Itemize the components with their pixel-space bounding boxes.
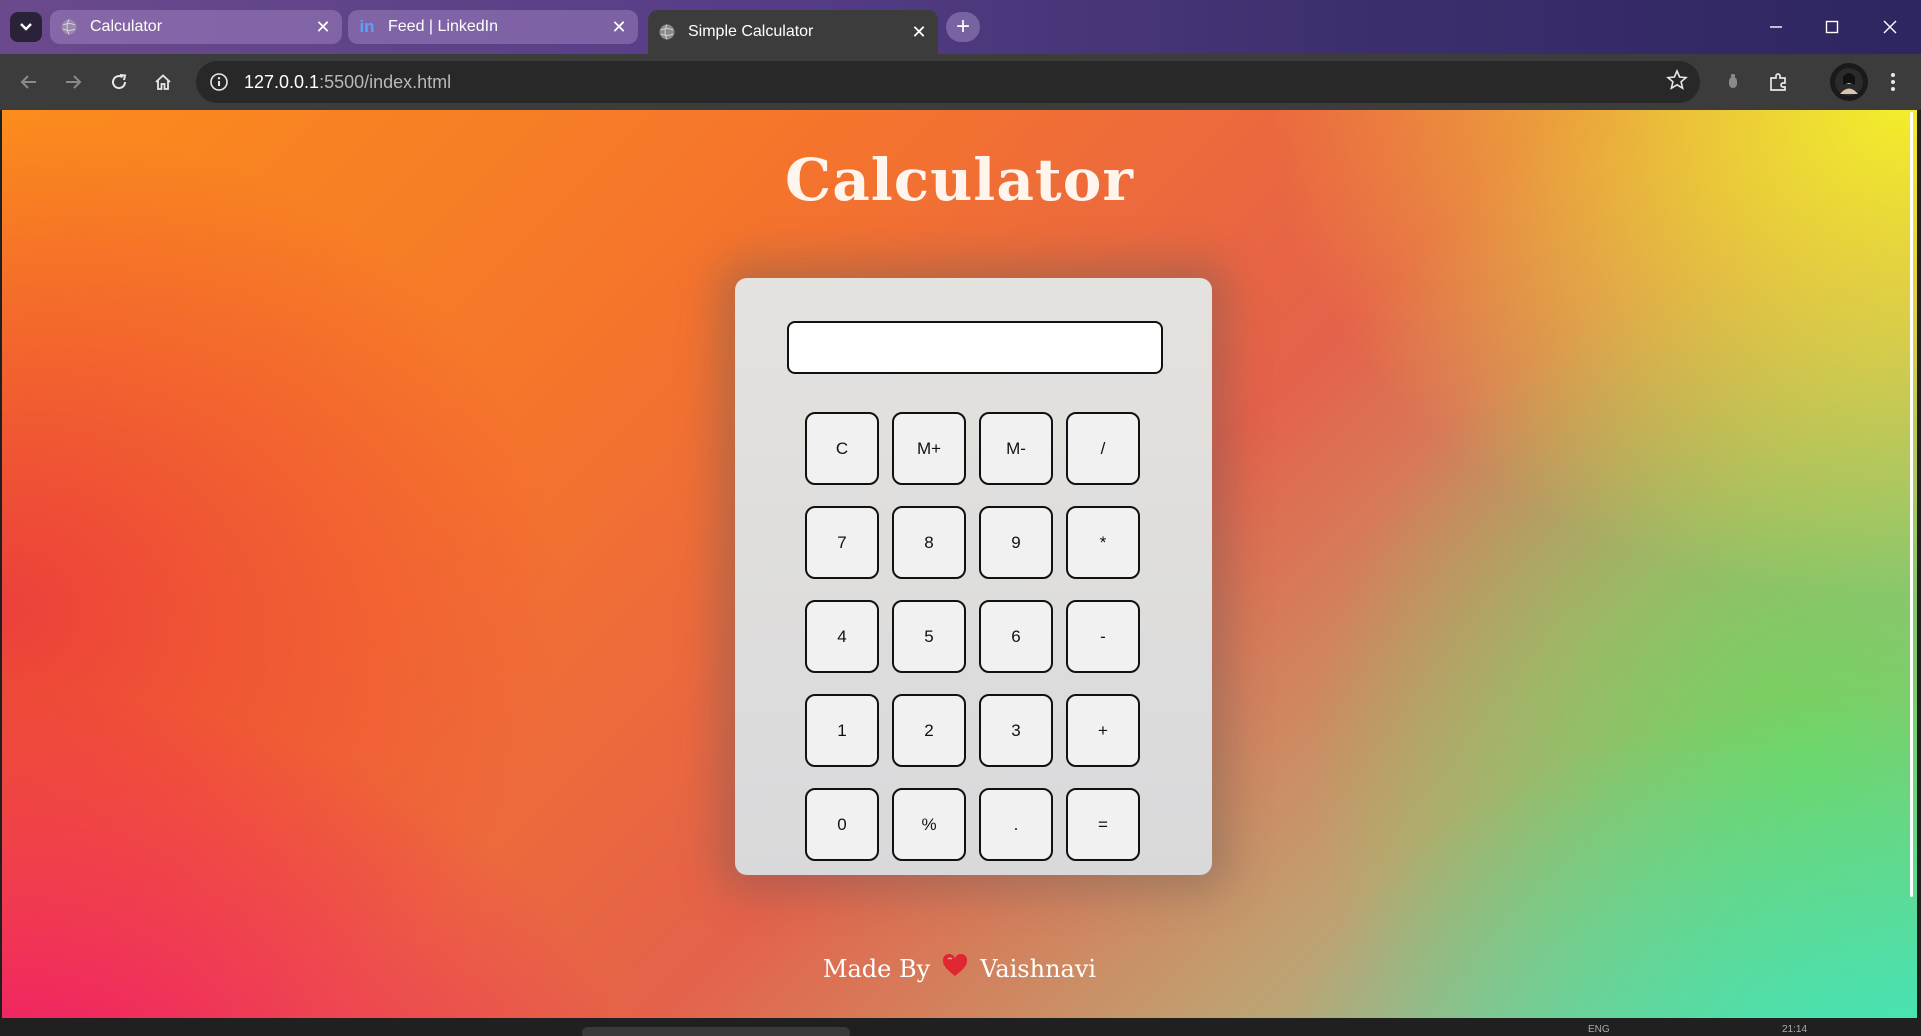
tab-linkedin[interactable]: in Feed | LinkedIn ✕	[348, 10, 638, 44]
forward-button[interactable]	[58, 67, 88, 97]
multiply-button[interactable]: *	[1066, 506, 1140, 579]
extensions-menu-button[interactable]	[1764, 67, 1794, 97]
home-button[interactable]	[148, 67, 178, 97]
maximize-button[interactable]	[1812, 12, 1852, 42]
close-icon[interactable]: ✕	[610, 17, 628, 38]
plus-icon: +	[955, 13, 970, 40]
page-viewport: Calculator C M+ M-/ 7 8 9 * 4 5 6- 1 2 3 +0%. = Made B…	[2, 110, 1917, 1018]
site-info-icon[interactable]	[206, 69, 232, 95]
reload-button[interactable]	[104, 67, 134, 97]
add-button[interactable]: +	[1066, 694, 1140, 767]
minimize-button[interactable]	[1756, 12, 1796, 42]
digit-2-button[interactable]: 2	[892, 694, 966, 767]
globe-icon	[658, 23, 676, 41]
equals-button[interactable]: =	[1066, 788, 1140, 861]
os-taskbar: ENG 21:14	[0, 1018, 1921, 1036]
tab-strip: Calculator ✕ in Feed | LinkedIn ✕ Simple…	[0, 0, 1921, 54]
heart-icon	[942, 953, 968, 984]
url-path: :5500/index.html	[319, 71, 452, 92]
arrow-right-icon	[66, 75, 82, 89]
digit-9-button[interactable]: 9	[979, 506, 1053, 579]
digit-8-button[interactable]: 8	[892, 506, 966, 579]
globe-icon	[60, 18, 78, 36]
calculator: C M+ M-/ 7 8 9 * 4 5 6- 1 2 3 +0%. =	[735, 278, 1212, 875]
digit-0-button[interactable]: 0	[805, 788, 879, 861]
memory-add-button[interactable]: M+	[892, 412, 966, 485]
tab-title: Feed | LinkedIn	[388, 18, 499, 35]
back-button[interactable]	[14, 67, 44, 97]
close-icon[interactable]: ✕	[314, 17, 332, 38]
memory-subtract-button[interactable]: M-	[979, 412, 1053, 485]
tab-search-button[interactable]	[10, 12, 42, 42]
digit-6-button[interactable]: 6	[979, 600, 1053, 673]
divide-button[interactable]: /	[1066, 412, 1140, 485]
browser-toolbar: 127.0.0.1:5500/index.html	[0, 54, 1921, 110]
digit-7-button[interactable]: 7	[805, 506, 879, 579]
clear-button[interactable]: C	[805, 412, 879, 485]
arrow-left-icon	[20, 75, 36, 89]
close-window-button[interactable]	[1870, 12, 1910, 42]
taskbar-search[interactable]	[582, 1027, 850, 1036]
clock[interactable]: 21:14	[1782, 1024, 1807, 1035]
digit-4-button[interactable]: 4	[805, 600, 879, 673]
footer-author: Vaishnavi	[980, 955, 1097, 983]
avatar-icon	[1835, 68, 1863, 96]
home-icon	[155, 74, 171, 90]
tab-title: Calculator	[90, 18, 163, 35]
digit-1-button[interactable]: 1	[805, 694, 879, 767]
linkedin-icon: in	[358, 17, 376, 36]
footer: Made By Vaishnavi	[2, 953, 1917, 984]
more-vertical-icon	[1891, 73, 1895, 91]
footer-prefix: Made By	[822, 955, 931, 983]
language-indicator[interactable]: ENG	[1588, 1024, 1610, 1035]
extension-status-icon	[1729, 74, 1737, 88]
percent-button[interactable]: %	[892, 788, 966, 861]
address-bar[interactable]: 127.0.0.1:5500/index.html	[196, 61, 1700, 103]
tab-simple-calculator[interactable]: Simple Calculator ✕	[648, 10, 938, 54]
url-host: 127.0.0.1	[244, 71, 320, 92]
tab-title: Simple Calculator	[688, 23, 814, 40]
subtract-button[interactable]: -	[1066, 600, 1140, 673]
url-text[interactable]: 127.0.0.1:5500/index.html	[244, 72, 451, 93]
browser-menu-button[interactable]	[1878, 67, 1908, 97]
digit-5-button[interactable]: 5	[892, 600, 966, 673]
tab-calculator[interactable]: Calculator ✕	[50, 10, 342, 44]
linkedin-logo-text: in	[359, 17, 375, 36]
close-icon[interactable]: ✕	[910, 22, 928, 43]
reload-icon	[112, 74, 127, 90]
digit-3-button[interactable]: 3	[979, 694, 1053, 767]
puzzle-icon	[1770, 73, 1786, 91]
minimize-icon	[1770, 26, 1782, 28]
decimal-button[interactable]: .	[979, 788, 1053, 861]
calculator-display[interactable]	[787, 321, 1163, 374]
new-tab-button[interactable]: +	[946, 12, 980, 42]
profile-avatar[interactable]	[1830, 63, 1868, 101]
scrollbar[interactable]	[1910, 112, 1913, 897]
maximize-icon	[1825, 20, 1839, 34]
bookmark-star-icon[interactable]	[1666, 68, 1688, 96]
close-icon	[1883, 20, 1897, 34]
chevron-down-icon	[20, 23, 32, 31]
page-title: Calculator	[785, 146, 1134, 214]
extension-button[interactable]	[1718, 67, 1748, 97]
